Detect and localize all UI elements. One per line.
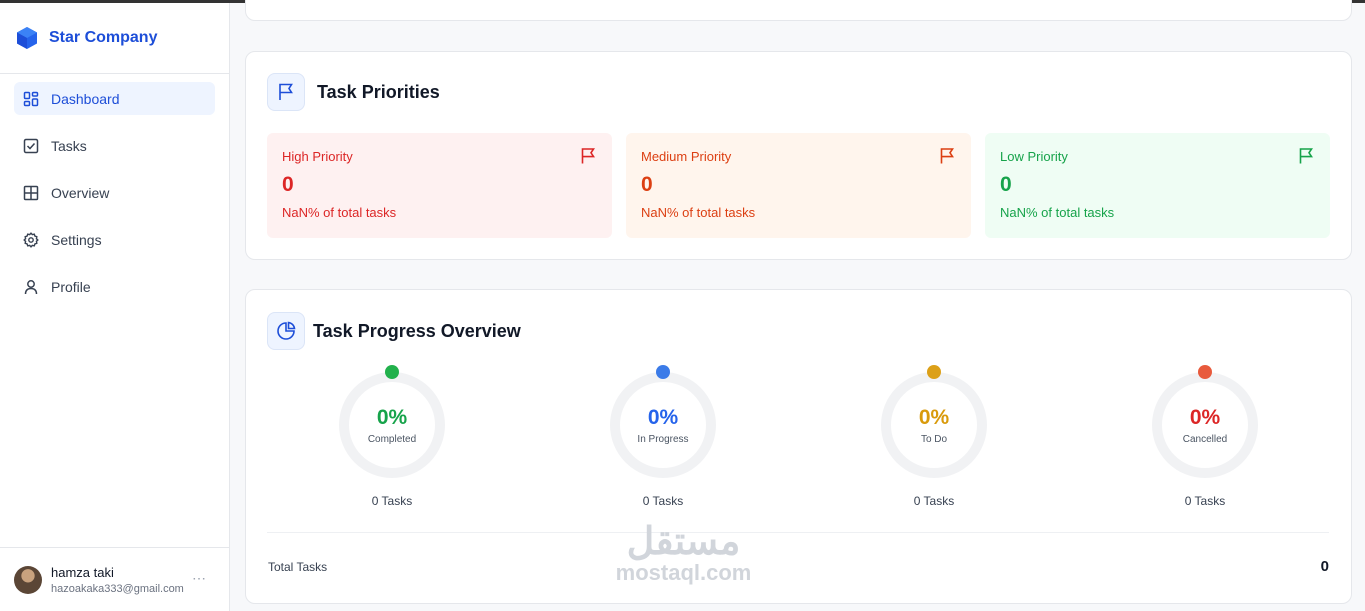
sidebar-item-label: Profile [51, 278, 91, 295]
progress-label: In Progress [637, 433, 689, 445]
sidebar: Star Company Dashboard Tasks Overview Se… [0, 3, 230, 611]
sidebar-nav: Dashboard Tasks Overview Settings Profil… [0, 74, 229, 303]
sidebar-item-dashboard[interactable]: Dashboard [14, 82, 215, 115]
user-info: hamza taki hazoakaka333@gmail.com [51, 565, 184, 595]
total-tasks-value: 0 [1320, 558, 1329, 575]
progress-task-count: 0 Tasks [913, 494, 955, 508]
card-header: Task Priorities [267, 73, 440, 111]
priority-percent: NaN% of total tasks [641, 205, 756, 220]
task-priorities-card: Task Priorities High Priority 0 NaN% of … [245, 51, 1352, 260]
sidebar-item-label: Tasks [51, 137, 87, 154]
progress-percent: 0% [647, 405, 679, 429]
progress-ring: 0% Completed [339, 365, 445, 478]
priority-label: Medium Priority [641, 149, 732, 164]
cube-logo-icon [17, 27, 37, 49]
progress-to-do: 0% To Do 0 Tasks [869, 365, 999, 508]
header-icon-box [267, 73, 305, 111]
priority-count: 0 [1000, 173, 1012, 196]
progress-percent: 0% [918, 405, 950, 429]
progress-completed: 0% Completed 0 Tasks [327, 365, 457, 508]
progress-label: To Do [920, 433, 948, 445]
total-tasks-label: Total Tasks [268, 560, 328, 574]
previous-card [245, 0, 1352, 21]
progress-ring: 0% In Progress [610, 365, 716, 478]
sidebar-item-tasks[interactable]: Tasks [14, 129, 215, 162]
progress-cancelled: 0% Cancelled 0 Tasks [1140, 365, 1270, 508]
pie-chart-icon [277, 321, 296, 340]
progress-task-count: 0 Tasks [1184, 494, 1226, 508]
priority-percent: NaN% of total tasks [1000, 205, 1115, 220]
ring-indicator-dot [1198, 365, 1212, 379]
progress-ring: 0% To Do [881, 365, 987, 478]
medium-priority-box: Medium Priority 0 NaN% of total tasks [626, 133, 971, 238]
priority-percent: NaN% of total tasks [282, 205, 397, 220]
avatar [14, 565, 42, 594]
checkbox-icon [23, 138, 39, 153]
gear-icon [23, 231, 39, 248]
card-header: Task Progress Overview [267, 312, 521, 350]
dashboard-icon [23, 91, 39, 106]
grid-icon [23, 185, 39, 200]
progress-percent: 0% [376, 405, 408, 429]
flag-icon [1299, 148, 1313, 164]
progress-label: Completed [367, 433, 417, 445]
priority-count: 0 [641, 173, 653, 196]
sidebar-item-label: Dashboard [51, 90, 120, 107]
sidebar-item-profile[interactable]: Profile [14, 270, 215, 303]
low-priority-box: Low Priority 0 NaN% of total tasks [985, 133, 1330, 238]
ring-indicator-dot [927, 365, 941, 379]
sidebar-item-settings[interactable]: Settings [14, 223, 215, 256]
ring-indicator-dot [385, 365, 399, 379]
flag-icon [279, 83, 293, 100]
task-progress-card: Task Progress Overview 0% Completed 0 Ta… [245, 289, 1352, 604]
progress-percent: 0% [1189, 405, 1221, 429]
brand-name: Star Company [49, 29, 158, 46]
sidebar-item-label: Settings [51, 231, 102, 248]
priority-label: High Priority [282, 149, 353, 164]
priority-label: Low Priority [1000, 149, 1068, 164]
user-profile[interactable]: hamza taki hazoakaka333@gmail.com ⋯ [0, 547, 229, 611]
header-icon-box [267, 312, 305, 350]
progress-label: Cancelled [1182, 433, 1228, 445]
flag-icon [940, 148, 954, 164]
flag-icon [581, 148, 595, 164]
user-icon [24, 279, 38, 294]
divider [267, 532, 1329, 533]
priority-count: 0 [282, 173, 294, 196]
user-email: hazoakaka333@gmail.com [51, 582, 184, 595]
brand[interactable]: Star Company [0, 3, 229, 74]
sidebar-item-overview[interactable]: Overview [14, 176, 215, 209]
high-priority-box: High Priority 0 NaN% of total tasks [267, 133, 612, 238]
more-options-icon[interactable]: ⋯ [192, 570, 207, 587]
sidebar-item-label: Overview [51, 184, 110, 201]
progress-task-count: 0 Tasks [371, 494, 413, 508]
progress-in-progress: 0% In Progress 0 Tasks [598, 365, 728, 508]
progress-ring: 0% Cancelled [1152, 365, 1258, 478]
card-title: Task Progress Overview [313, 320, 521, 341]
progress-task-count: 0 Tasks [642, 494, 684, 508]
card-title: Task Priorities [317, 81, 440, 102]
user-name: hamza taki [51, 564, 114, 580]
ring-indicator-dot [656, 365, 670, 379]
